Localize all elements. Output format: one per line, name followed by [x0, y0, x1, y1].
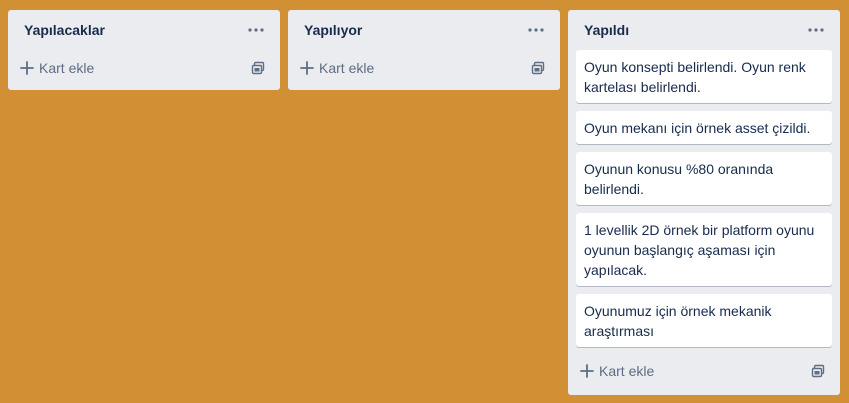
- add-card-button[interactable]: Kart ekle: [300, 60, 374, 76]
- card[interactable]: Oyunumuz için örnek mekanik araştırması: [576, 294, 832, 347]
- add-card-label: Kart ekle: [599, 363, 655, 379]
- list-yapiliyor: Yapılıyor Kart ekle: [288, 10, 560, 90]
- card-template-icon[interactable]: [246, 56, 270, 80]
- card[interactable]: Oyunun konusu %80 oranında belirlendi.: [576, 152, 832, 205]
- list-title[interactable]: Yapılacaklar: [24, 22, 105, 38]
- card[interactable]: Oyun mekanı için örnek asset çizildi.: [576, 111, 832, 144]
- card-composer: Kart ekle: [296, 50, 552, 86]
- add-card-label: Kart ekle: [319, 60, 375, 76]
- plus-icon: [580, 364, 594, 378]
- plus-icon: [20, 61, 34, 75]
- card[interactable]: Oyun konsepti belirlendi. Oyun renk kart…: [576, 50, 832, 103]
- list-title[interactable]: Yapıldı: [584, 22, 629, 38]
- plus-icon: [300, 61, 314, 75]
- card-template-icon[interactable]: [806, 359, 830, 383]
- list-yapildi: Yapıldı Oyun konsepti belirlendi. Oyun r…: [568, 10, 840, 395]
- card-template-icon[interactable]: [526, 56, 550, 80]
- card-composer: Kart ekle: [16, 50, 272, 86]
- more-horizontal-icon[interactable]: [244, 18, 268, 42]
- list-yapilacaklar: Yapılacaklar Kart ekle: [8, 10, 280, 90]
- list-title[interactable]: Yapılıyor: [304, 22, 362, 38]
- more-horizontal-icon[interactable]: [804, 18, 828, 42]
- card[interactable]: 1 levellik 2D örnek bir platform oyunu o…: [576, 213, 832, 286]
- board: Yapılacaklar Kart ekle Yapılıyor Kart ek…: [8, 10, 840, 395]
- more-horizontal-icon[interactable]: [524, 18, 548, 42]
- add-card-button[interactable]: Kart ekle: [580, 363, 654, 379]
- list-header: Yapılıyor: [296, 10, 552, 50]
- list-header: Yapıldı: [576, 10, 832, 50]
- card-composer: Kart ekle: [576, 351, 832, 391]
- card-list: Oyun konsepti belirlendi. Oyun renk kart…: [576, 50, 832, 347]
- add-card-label: Kart ekle: [39, 60, 95, 76]
- add-card-button[interactable]: Kart ekle: [20, 60, 94, 76]
- list-header: Yapılacaklar: [16, 10, 272, 50]
